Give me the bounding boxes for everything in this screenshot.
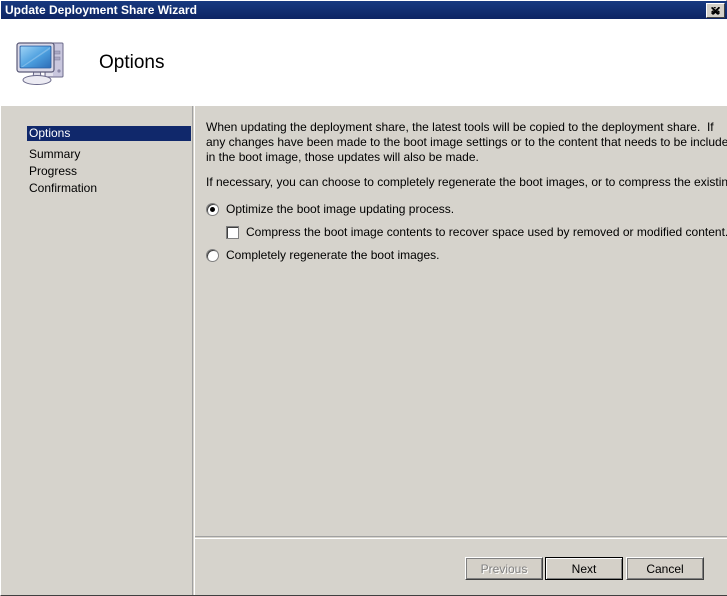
window-body: Options Summary Progress Confirmation Wh…	[1, 106, 727, 595]
page-title: Options	[99, 51, 165, 73]
sidebar-item-progress[interactable]: Progress	[27, 164, 191, 179]
previous-button[interactable]: Previous	[465, 557, 543, 580]
window-title: Update Deployment Share Wizard	[5, 3, 197, 17]
intro-paragraph: When updating the deployment share, the …	[206, 120, 727, 164]
secondary-paragraph: If necessary, you can choose to complete…	[206, 175, 727, 189]
button-bar: Previous Next Cancel	[195, 539, 727, 595]
regenerate-radio[interactable]	[206, 248, 219, 262]
optimize-radio[interactable]	[206, 202, 219, 216]
compress-label: Compress the boot image contents to reco…	[246, 225, 727, 239]
regenerate-option-row[interactable]: Completely regenerate the boot images.	[206, 248, 439, 262]
step-list: Options Summary Progress Confirmation	[1, 106, 192, 536]
content-panel: When updating the deployment share, the …	[195, 106, 727, 536]
sidebar-item-confirmation[interactable]: Confirmation	[27, 181, 191, 196]
cancel-button[interactable]: Cancel	[626, 557, 704, 580]
title-bar: Update Deployment Share Wizard	[1, 1, 727, 19]
optimize-option-row[interactable]: Optimize the boot image updating process…	[206, 202, 454, 216]
compress-checkbox[interactable]	[226, 225, 239, 239]
close-icon	[711, 6, 720, 15]
header-banner: Options	[1, 19, 727, 106]
sidebar-item-options[interactable]: Options	[27, 126, 191, 141]
wizard-window: Update Deployment Share Wizard Options O…	[0, 0, 727, 596]
regenerate-label: Completely regenerate the boot images.	[226, 248, 440, 262]
sidebar-item-summary[interactable]: Summary	[27, 147, 191, 162]
computer-icon	[15, 37, 71, 89]
next-button[interactable]: Next	[545, 557, 623, 580]
optimize-label: Optimize the boot image updating process…	[226, 202, 455, 216]
close-button[interactable]	[706, 3, 725, 18]
compress-option-row[interactable]: Compress the boot image contents to reco…	[226, 225, 727, 239]
